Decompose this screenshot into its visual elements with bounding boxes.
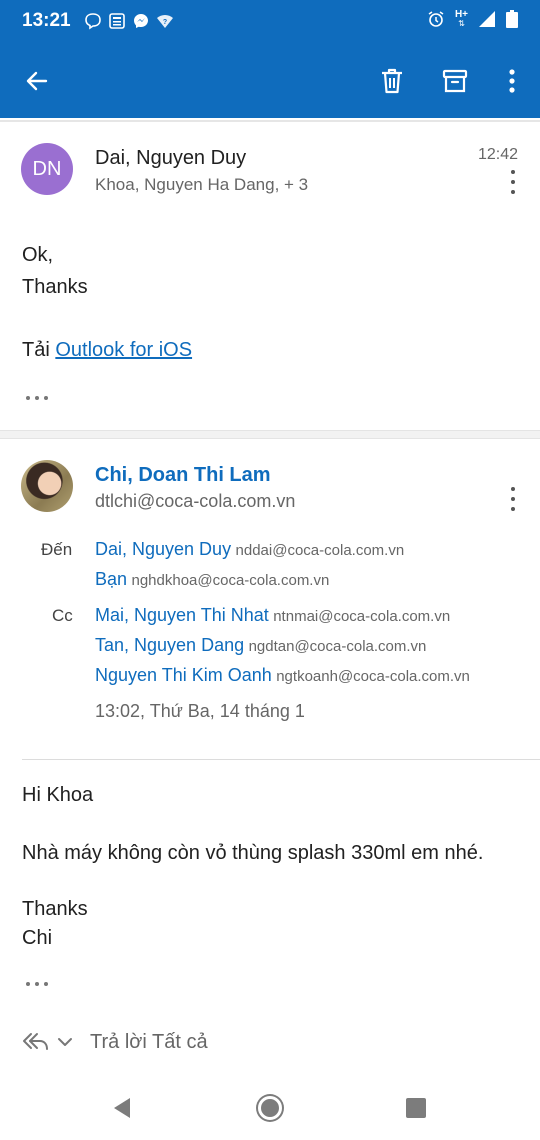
more-options-button[interactable] [494,63,530,99]
message-time: 12:42 [477,146,518,163]
sender-name[interactable]: Chi, Doan Thi Lam [95,464,271,487]
data-arrows-icon: ⇅ [458,19,465,28]
message-options-button[interactable] [503,170,523,194]
back-button[interactable] [19,63,55,99]
app-bar [0,44,540,118]
reply-all-icon[interactable] [22,1031,50,1053]
message-body-line: Hi Khoa [22,784,94,806]
message-body-line: Chi [22,927,53,949]
message-body-line: Thanks [22,898,88,920]
show-quoted-text-button[interactable] [26,396,48,402]
nav-home-icon[interactable] [258,1096,282,1120]
network-type-icon: H+ ⇅ [454,9,468,29]
dot-icon [511,180,515,184]
archive-icon [442,69,468,93]
recipient-name[interactable]: Mai, Nguyen Thi Nhat [95,605,269,625]
dot-icon [35,396,39,400]
more-vertical-icon [509,69,515,93]
dot-icon [35,982,39,986]
message-separator [0,430,540,439]
avatar[interactable]: DN [21,143,73,195]
recipient-name[interactable]: Dai, Nguyen Duy [95,539,231,559]
recipient-email: nddai@coca-cola.com.vn [235,542,405,559]
signal-icon [479,11,495,27]
recipient-row[interactable]: Dai, Nguyen Duy nddai@coca-cola.com.vn [95,539,404,560]
show-quoted-text-button[interactable] [26,982,48,988]
recipient-email: ngdtan@coca-cola.com.vn [248,638,427,655]
reply-all-button[interactable]: Trả lời Tất cả [90,1031,208,1054]
message-body-line: Nhà máy không còn vỏ thùng splash 330ml … [22,842,484,864]
nav-recents-icon[interactable] [406,1098,426,1118]
battery-icon [506,10,518,28]
dot-icon [511,507,515,511]
divider [0,120,540,122]
viber-icon [85,13,101,30]
recipient-email: nghdkhoa@coca-cola.com.vn [131,572,330,589]
trash-icon [382,68,402,94]
dot-icon [26,396,30,400]
message-date: 13:02, Thứ Ba, 14 tháng 1 [95,701,305,721]
download-prefix: Tải [22,339,56,361]
recipient-email: ngtkoanh@coca-cola.com.vn [276,668,470,685]
message-body-line: Thanks [22,276,88,298]
network-type-label: H+ [454,9,468,20]
delete-button[interactable] [374,63,410,99]
dot-icon [511,170,515,174]
wifi-question-icon: ? [157,14,173,28]
sender-email[interactable]: dtlchi@coca-cola.com.vn [95,491,295,512]
download-line: Tải Outlook for iOS [22,339,192,362]
dot-icon [511,497,515,501]
news-icon [109,13,125,29]
sender-name[interactable]: Dai, Nguyen Duy [95,147,246,170]
cc-label: Cc [52,606,73,625]
alarm-icon [428,11,444,27]
chevron-down-icon[interactable] [57,1035,73,1049]
status-bar: 13:21 ? H+ ⇅ [0,0,540,44]
svg-text:?: ? [163,19,167,26]
system-icons: H+ ⇅ [427,10,518,28]
avatar[interactable] [21,460,73,512]
recipient-name[interactable]: Tan, Nguyen Dang [95,635,244,655]
divider [22,759,540,760]
recipient-row[interactable]: Mai, Nguyen Thi Nhat ntnmai@coca-cola.co… [95,605,450,626]
recipient-name[interactable]: Nguyen Thi Kim Oanh [95,665,272,685]
dot-icon [44,396,48,400]
recipient-email: ntnmai@coca-cola.com.vn [273,608,451,625]
dot-icon [26,982,30,986]
recipient-row[interactable]: Nguyen Thi Kim Oanh ngtkoanh@coca-cola.c… [95,665,470,686]
to-label: Đến [41,540,73,559]
notification-icons: ? [84,12,174,30]
nav-back-icon[interactable] [112,1097,132,1119]
dot-icon [511,190,515,194]
archive-button[interactable] [437,63,473,99]
message-body-line: Ok, [22,244,54,266]
outlook-ios-link[interactable]: Outlook for iOS [55,339,192,361]
recipient-name[interactable]: Bạn [95,569,127,589]
dot-icon [511,487,515,491]
arrow-left-icon [26,71,48,91]
dot-icon [44,982,48,986]
message-options-button[interactable] [503,487,523,511]
messenger-icon [134,14,148,28]
status-time: 13:21 [22,10,71,31]
recipient-row[interactable]: Tan, Nguyen Dang ngdtan@coca-cola.com.vn [95,635,426,656]
recipients-summary[interactable]: Khoa, Nguyen Ha Dang, + 3 [95,175,308,195]
system-nav-bar [0,1074,540,1140]
recipient-row[interactable]: Bạn nghdkhoa@coca-cola.com.vn [95,569,329,590]
